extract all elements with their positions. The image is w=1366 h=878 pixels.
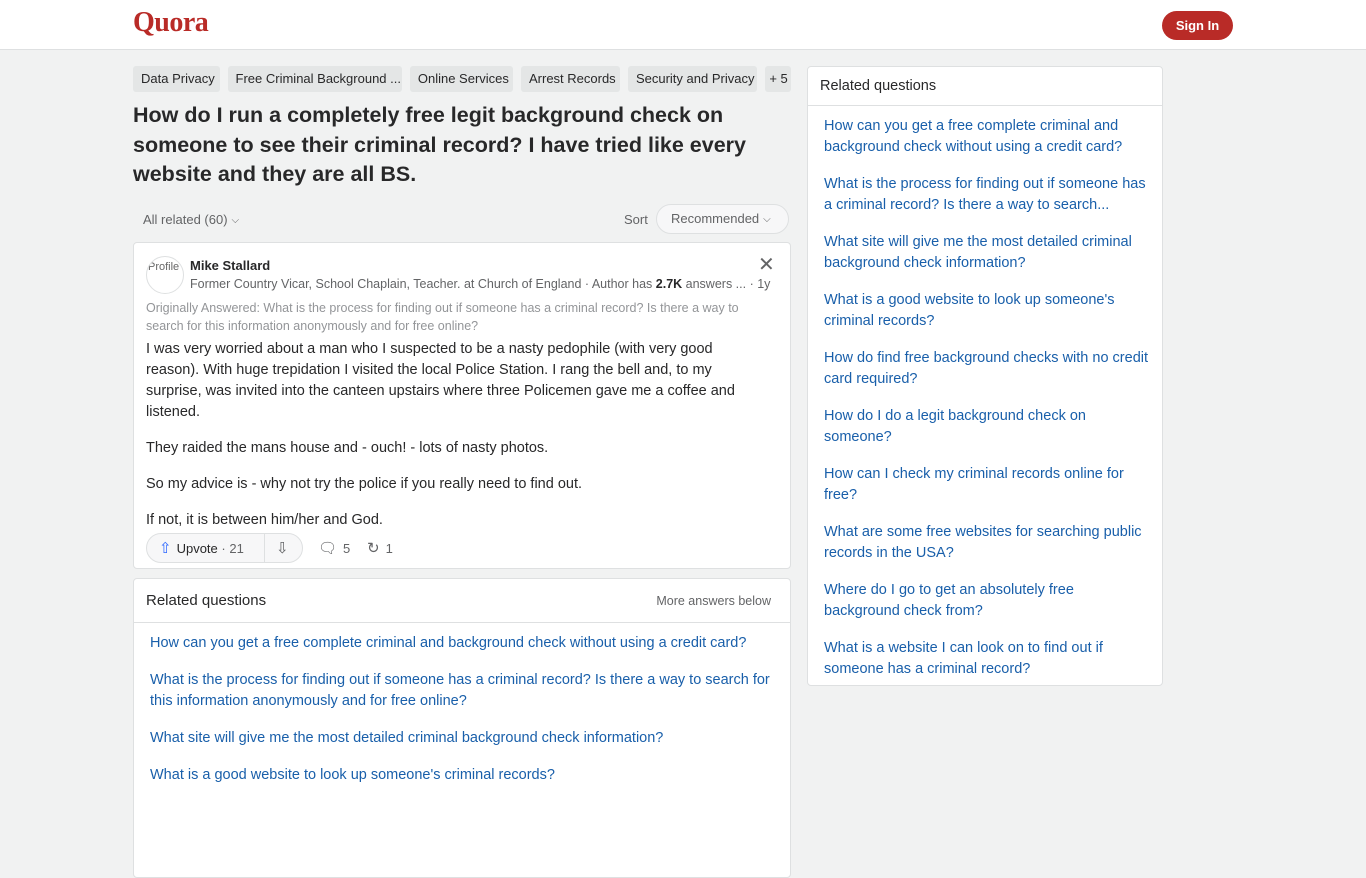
- avatar[interactable]: Profile: [146, 256, 184, 294]
- related-question-link[interactable]: What site will give me the most detailed…: [150, 728, 774, 749]
- sidebar-question-link[interactable]: What is a good website to look up someon…: [824, 290, 1150, 332]
- originally-answered[interactable]: Originally Answered: What is the process…: [146, 299, 776, 335]
- author-name[interactable]: Mike Stallard: [190, 258, 270, 273]
- sidebar-header: Related questions: [808, 67, 1162, 106]
- sidebar-question-link[interactable]: What is the process for finding out if s…: [824, 174, 1150, 216]
- sidebar-question-link[interactable]: What is a website I can look on to find …: [824, 638, 1150, 680]
- more-topics-tag[interactable]: + 5: [765, 66, 791, 92]
- answer-age: · 1y: [749, 277, 771, 291]
- sidebar-question-link[interactable]: How do find free background checks with …: [824, 348, 1150, 390]
- sort-value: Recommended: [671, 210, 760, 226]
- credential-text: Former Country Vicar, School Chaplain, T…: [190, 277, 656, 291]
- comment-icon: 🗨︎: [318, 540, 338, 557]
- answer-paragraph: I was very worried about a man who I sus…: [146, 341, 735, 420]
- sidebar-question-link[interactable]: Where do I go to get an absolutely free …: [824, 580, 1150, 622]
- sidebar-question-link[interactable]: What are some free websites for searchin…: [824, 522, 1150, 564]
- share-button[interactable]: ↻ 1: [367, 539, 393, 557]
- upvote-count: · 21: [221, 541, 244, 556]
- sidebar-title: Related questions: [820, 78, 937, 94]
- answer-count: 2.7K: [655, 277, 683, 291]
- downvote-arrow-icon[interactable]: ⇩: [276, 539, 289, 557]
- topic-tag[interactable]: Free Criminal Background ...: [227, 66, 402, 92]
- author-credential: Former Country Vicar, School Chaplain, T…: [190, 277, 780, 291]
- upvote-arrow-icon: ⇧: [159, 540, 172, 557]
- sidebar-list: How can you get a free complete criminal…: [808, 106, 1162, 680]
- top-navigation-bar: Quora Sign In: [0, 0, 1366, 50]
- upvote-label: Upvote: [176, 541, 218, 556]
- vote-control: ⇧ Upvote · 21 ⇩: [146, 533, 303, 563]
- chevron-down-icon: ⌵: [231, 214, 240, 226]
- topic-tag[interactable]: Arrest Records: [520, 66, 620, 92]
- all-related-dropdown[interactable]: All related (60) ⌵: [143, 212, 239, 227]
- topic-tag[interactable]: Security and Privacy: [627, 66, 758, 92]
- shares-count: 1: [385, 541, 393, 556]
- credential-suffix: answers ...: [682, 277, 747, 291]
- topic-tag[interactable]: Online Services: [409, 66, 513, 92]
- sort-dropdown[interactable]: Recommended ⌵: [656, 203, 789, 234]
- related-questions-card: Related questions More answers below How…: [133, 578, 791, 878]
- answer-card: Profile Mike Stallard Former Country Vic…: [133, 242, 791, 569]
- more-answers-below: More answers below: [656, 594, 771, 608]
- main-column: Data Privacy Free Criminal Background ..…: [133, 66, 791, 878]
- sidebar-question-link[interactable]: What site will give me the most detailed…: [824, 232, 1150, 274]
- related-questions-list: How can you get a free complete criminal…: [134, 623, 790, 786]
- question-title: How do I run a completely free legit bac…: [133, 103, 747, 186]
- quora-logo[interactable]: Quora: [133, 7, 209, 39]
- answer-filter-bar: All related (60) ⌵ Sort Recommended ⌵: [133, 203, 791, 238]
- upvote-button[interactable]: ⇧ Upvote · 21: [159, 539, 244, 557]
- answer-paragraph: So my advice is - why not try the police…: [146, 476, 583, 492]
- answer-actions: ⇧ Upvote · 21 ⇩ 🗨︎ 5 ↻ 1: [146, 533, 786, 563]
- related-questions-sidebar: Related questions How can you get a free…: [807, 66, 1163, 686]
- vote-divider: [264, 534, 265, 562]
- sort-label: Sort: [624, 211, 648, 227]
- sidebar-question-link[interactable]: How do I do a legit background check on …: [824, 406, 1150, 448]
- answer-paragraph: They raided the mans house and - ouch! -…: [146, 440, 549, 456]
- chevron-down-icon: ⌵: [763, 213, 771, 225]
- sidebar-question-link[interactable]: How can you get a free complete criminal…: [824, 116, 1150, 158]
- related-question-link[interactable]: How can you get a free complete criminal…: [150, 633, 774, 654]
- related-question-link[interactable]: What is a good website to look up someon…: [150, 765, 774, 786]
- topic-tags: Data Privacy Free Criminal Background ..…: [133, 66, 791, 92]
- related-question-link[interactable]: What is the process for finding out if s…: [150, 670, 774, 712]
- all-related-label: All related (60): [143, 211, 228, 227]
- related-questions-title: Related questions: [146, 592, 267, 609]
- sign-in-button[interactable]: Sign In: [1162, 11, 1233, 40]
- share-icon: ↻: [367, 540, 380, 557]
- answer-paragraph: If not, it is between him/her and God.: [146, 512, 383, 528]
- topic-tag[interactable]: Data Privacy: [133, 66, 220, 92]
- sidebar-question-link[interactable]: How can I check my criminal records onli…: [824, 464, 1150, 506]
- close-icon[interactable]: ✕: [758, 252, 775, 277]
- comments-count: 5: [343, 541, 351, 556]
- comments-button[interactable]: 🗨︎ 5: [318, 539, 350, 557]
- related-questions-header: Related questions More answers below: [134, 579, 790, 623]
- answer-body: I was very worried about a man who I sus…: [146, 339, 766, 546]
